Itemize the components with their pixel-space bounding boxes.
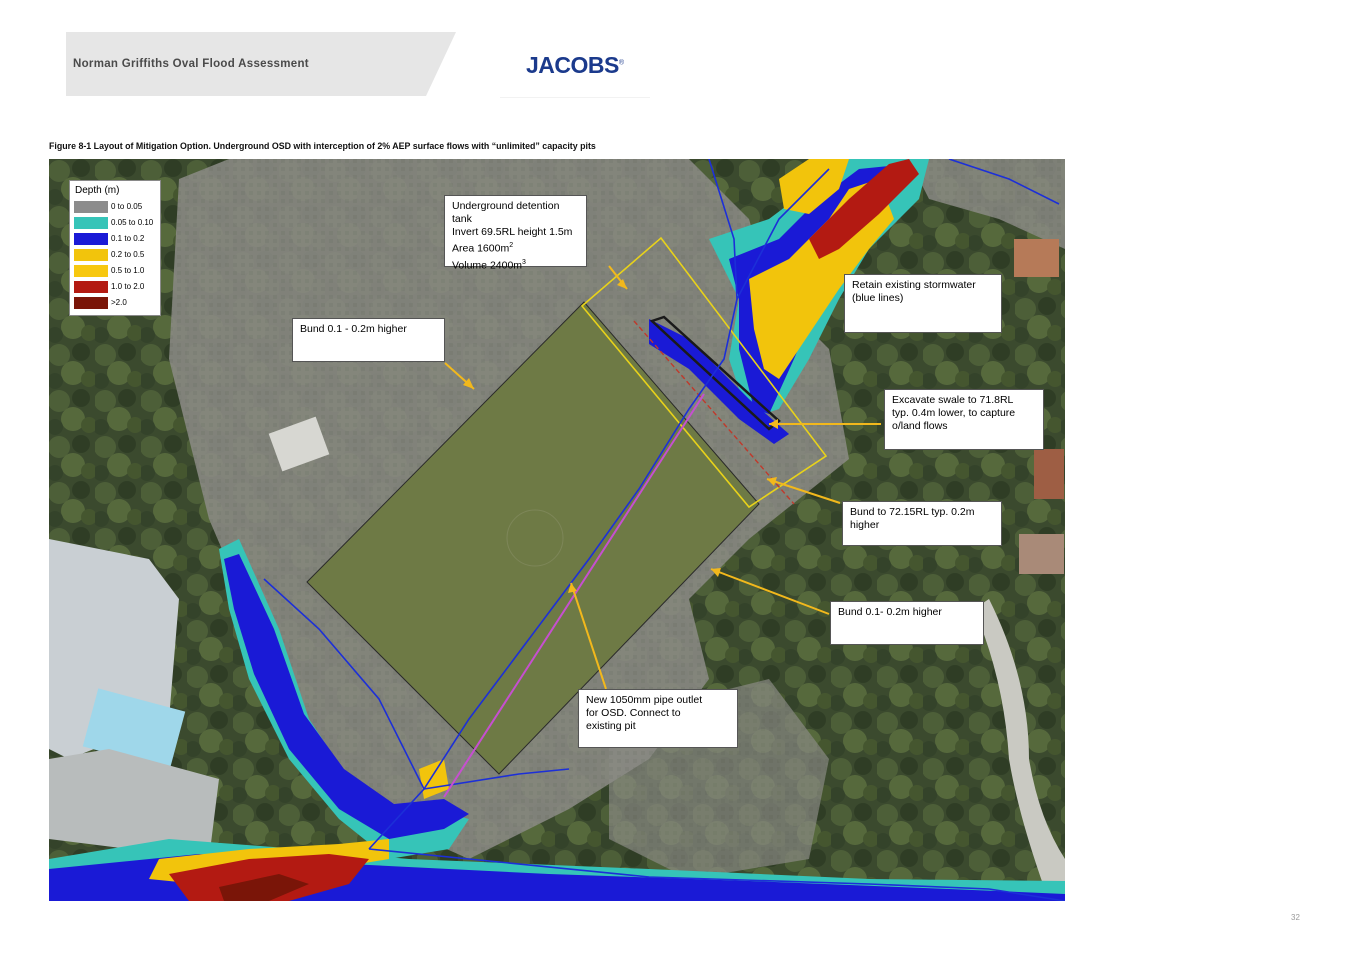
legend-row-4: 0.5 to 1.0 <box>74 265 162 278</box>
legend-title: Depth (m) <box>75 185 120 196</box>
page-number: 32 <box>1291 913 1300 922</box>
legend-label-6: >2.0 <box>111 298 127 307</box>
legend-swatch-1 <box>74 217 108 229</box>
legend-swatch-6 <box>74 297 108 309</box>
legend-row-0: 0 to 0.05 <box>74 201 162 214</box>
logo-text: JACOBS <box>526 52 619 78</box>
tank-line-3: Area 1600m2 <box>452 239 579 256</box>
legend-row-6: >2.0 <box>74 297 162 310</box>
callout-bund-72: Bund to 72.15RL typ. 0.2m higher <box>842 501 1002 546</box>
bund-west-text: Bund 0.1 - 0.2m higher <box>300 323 407 335</box>
document-title: Norman Griffiths Oval Flood Assessment <box>73 58 309 70</box>
tank-line-4: Volume 2400m3 <box>452 256 579 273</box>
retain-line-1: Retain existing stormwater <box>852 279 976 291</box>
house-ne <box>1014 239 1059 277</box>
legend-swatch-5 <box>74 281 108 293</box>
bund-72-line-1: Bund to 72.15RL typ. 0.2m <box>850 506 975 518</box>
callout-new-pipe: New 1050mm pipe outlet for OSD. Connect … <box>578 689 738 748</box>
retain-line-2: (blue lines) <box>852 292 904 304</box>
legend-row-1: 0.05 to 0.10 <box>74 217 162 230</box>
tank-volume-sup: 3 <box>522 258 526 266</box>
tank-area-text: Area 1600m <box>452 242 510 255</box>
pipe-line-1: New 1050mm pipe outlet <box>586 694 703 706</box>
legend-swatch-3 <box>74 249 108 261</box>
pipe-line-3: existing pit <box>586 720 636 732</box>
tank-area-sup: 2 <box>509 242 514 249</box>
house-east-2 <box>1019 534 1064 574</box>
tank-line-2: Invert 69.5RL height 1.5m <box>452 226 573 238</box>
legend-swatch-0 <box>74 201 108 213</box>
figure-caption: Figure 8-1 Layout of Mitigation Option. … <box>49 141 596 152</box>
legend-label-3: 0.2 to 0.5 <box>111 250 145 259</box>
tank-line-1: Underground detention tank <box>452 200 560 225</box>
callout-bund-east: Bund 0.1- 0.2m higher <box>830 601 984 645</box>
legend-label-1: 0.05 to 0.10 <box>111 218 154 227</box>
legend-label-2: 0.1 to 0.2 <box>111 234 145 243</box>
callout-excavate-swale: Excavate swale to 71.8RL typ. 0.4m lower… <box>884 389 1044 450</box>
legend-row-2: 0.1 to 0.2 <box>74 233 162 246</box>
bund-east-text: Bund 0.1- 0.2m higher <box>838 606 942 618</box>
flood-map: Depth (m) 0 to 0.05 0.05 to 0.10 0.1 to … <box>49 159 1065 901</box>
jacobs-logo: JACOBS® <box>526 52 624 79</box>
pipe-line-2: for OSD. Connect to <box>586 707 681 719</box>
registered-mark: ® <box>618 59 624 67</box>
legend-label-0: 0 to 0.05 <box>111 202 143 211</box>
legend-row-5: 1.0 to 2.0 <box>74 281 162 294</box>
swale-line-1: Excavate swale to 71.8RL <box>892 394 1014 406</box>
swale-line-3: o/land flows <box>892 420 948 432</box>
legend-swatch-4 <box>74 265 108 277</box>
legend-row-3: 0.2 to 0.5 <box>74 249 162 262</box>
legend-label-4: 0.5 to 1.0 <box>111 266 145 275</box>
swale-line-2: typ. 0.4m lower, to capture <box>892 407 1016 419</box>
depth-legend: Depth (m) 0 to 0.05 0.05 to 0.10 0.1 to … <box>69 180 161 316</box>
legend-swatch-2 <box>74 233 108 245</box>
house-east-1 <box>1034 449 1064 499</box>
legend-label-5: 1.0 to 2.0 <box>111 282 145 291</box>
callout-bund-west: Bund 0.1 - 0.2m higher <box>292 318 445 362</box>
callout-retain-stormwater: Retain existing stormwater (blue lines) <box>844 274 1002 333</box>
callout-detention-tank: Underground detention tank Invert 69.5RL… <box>444 195 587 271</box>
tank-volume-text: Volume 2400m <box>452 259 523 271</box>
bund-72-line-2: higher <box>850 519 880 531</box>
header-rule <box>500 97 650 98</box>
